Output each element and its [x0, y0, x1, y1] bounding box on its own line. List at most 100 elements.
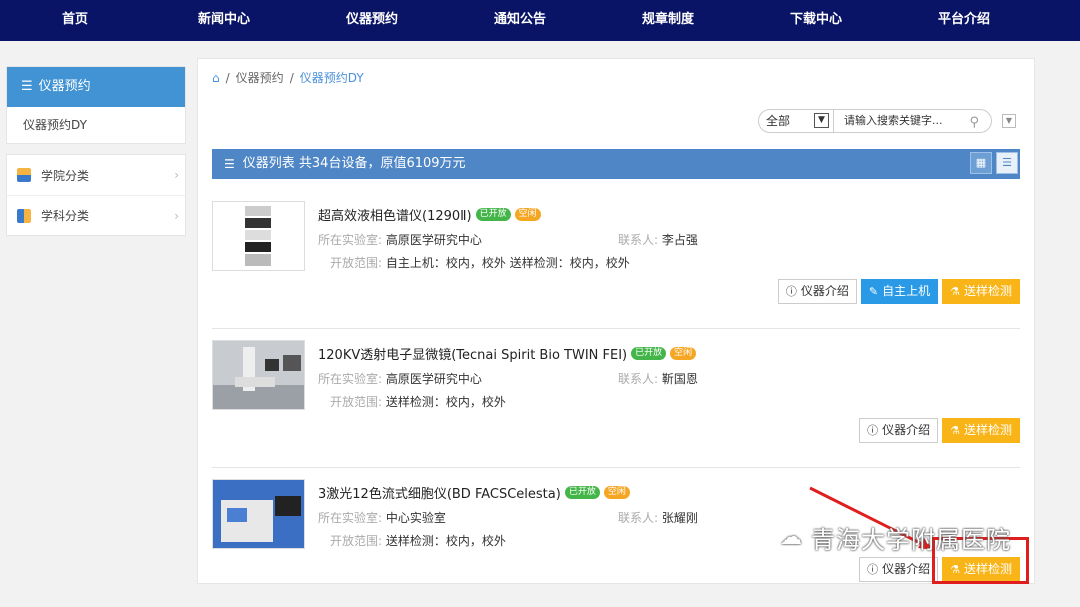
- breadcrumb-item-booking[interactable]: 仪器预约: [236, 69, 284, 86]
- top-navigation: 首页 新闻中心 仪器预约 通知公告 规章制度 下载中心 平台介绍: [0, 0, 1080, 41]
- instrument-thumbnail[interactable]: [212, 201, 305, 271]
- lab-value: 高原医学研究中心: [385, 372, 482, 386]
- search-scope-select[interactable]: 全部 ▼: [758, 109, 834, 133]
- instrument-info-button[interactable]: ⓘ 仪器介绍: [777, 279, 857, 304]
- wechat-watermark: ☁ 青海大学附属医院: [780, 520, 1011, 555]
- button-label: 仪器介绍: [800, 284, 849, 298]
- lab-label: 所在实验室:: [318, 233, 383, 247]
- grid-view-icon[interactable]: ▦: [970, 152, 992, 174]
- chevron-right-icon: ›: [174, 208, 179, 223]
- chevron-down-icon: ▼: [814, 113, 829, 128]
- list-view-icon[interactable]: ☰: [996, 152, 1018, 174]
- sidebar-item-label: 仪器预约: [38, 79, 91, 94]
- lab-value: 高原医学研究中心: [385, 233, 482, 247]
- view-toggle: ▦ ☰: [970, 152, 1018, 174]
- nav-news[interactable]: 新闻中心: [150, 0, 298, 41]
- nav-notices[interactable]: 通知公告: [446, 0, 594, 41]
- status-badge-open: 已开放: [631, 347, 667, 360]
- sidebar-item-label: 学科分类: [41, 209, 90, 223]
- lab-row: 所在实验室: 中心实验室: [318, 509, 446, 526]
- contact-row: 联系人: 张耀刚: [618, 509, 698, 526]
- instrument-list-header: ☰ 仪器列表 共34台设备，原值6109万元 ▦ ☰: [212, 149, 1020, 179]
- book-icon: [17, 208, 31, 223]
- sidebar-booking-box: ☰ 仪器预约 仪器预约DY: [6, 66, 186, 144]
- button-label: 自主上机: [882, 284, 931, 298]
- sidebar-item-label: 学院分类: [41, 168, 90, 183]
- status-badge-idle: 空闲: [514, 208, 541, 221]
- college-icon: [17, 168, 31, 182]
- status-badge-idle: 空闲: [670, 347, 697, 360]
- scope-row: 开放范围: 送样检测：校内，校外: [330, 393, 506, 410]
- wand-icon: ✎: [868, 285, 879, 298]
- nav-downloads[interactable]: 下载中心: [742, 0, 890, 41]
- breadcrumb-sep: /: [289, 70, 294, 85]
- instrument-title: 3激光12色流式细胞仪(BD FACSCelesta) 已开放 空闲: [318, 483, 630, 502]
- hplc-image: [213, 202, 304, 270]
- instrument-thumbnail[interactable]: [212, 479, 305, 549]
- instrument-actions: ⓘ 仪器介绍 ✎ 自主上机 ⚗ 送样检测: [777, 279, 1020, 304]
- scope-label: 开放范围:: [330, 534, 383, 548]
- lab-label: 所在实验室:: [318, 372, 383, 386]
- list-title: 仪器列表 共34台设备，原值6109万元: [242, 156, 466, 171]
- nav-instrument-booking[interactable]: 仪器预约: [298, 0, 446, 41]
- instrument-info-button[interactable]: ⓘ 仪器介绍: [859, 418, 939, 443]
- contact-label: 联系人:: [618, 511, 659, 525]
- home-icon[interactable]: ⌂: [212, 71, 220, 85]
- instrument-info-button[interactable]: ⓘ 仪器介绍: [859, 557, 939, 582]
- instrument-thumbnail[interactable]: [212, 340, 305, 410]
- flask-icon: ⚗: [950, 424, 960, 437]
- breadcrumb: ⌂ / 仪器预约 / 仪器预约DY: [212, 69, 364, 86]
- self-operate-button[interactable]: ✎ 自主上机: [860, 279, 939, 304]
- nav-regulations[interactable]: 规章制度: [594, 0, 742, 41]
- expand-filter-icon[interactable]: ▼: [1002, 114, 1016, 128]
- lab-value: 中心实验室: [385, 511, 446, 525]
- button-label: 送样检测: [963, 423, 1012, 437]
- list-icon: ☰: [224, 157, 235, 171]
- info-icon: ⓘ: [867, 424, 879, 437]
- search-placeholder: 请输入搜索关键字...: [844, 114, 943, 127]
- button-label: 仪器介绍: [882, 562, 931, 576]
- instrument-name[interactable]: 超高效液相色谱仪(1290Ⅱ): [318, 205, 472, 224]
- status-badge-open: 已开放: [564, 486, 600, 499]
- instrument-card: 超高效液相色谱仪(1290Ⅱ) 已开放 空闲 所在实验室: 高原医学研究中心 联…: [212, 201, 1020, 329]
- nav-platform-intro[interactable]: 平台介绍: [890, 0, 1038, 41]
- scope-row: 开放范围: 自主上机：校内，校外 送样检测：校内，校外: [330, 254, 630, 271]
- lab-label: 所在实验室:: [318, 511, 383, 525]
- instrument-name[interactable]: 3激光12色流式细胞仪(BD FACSCelesta): [318, 483, 561, 502]
- sidebar-item-booking[interactable]: ☰ 仪器预约: [7, 67, 185, 107]
- status-badge-idle: 空闲: [603, 486, 630, 499]
- info-icon: ⓘ: [785, 285, 797, 298]
- scope-label: 开放范围:: [330, 395, 383, 409]
- contact-value: 李占强: [661, 233, 698, 247]
- wechat-icon: ☁: [780, 525, 803, 550]
- sidebar-subitem-dy[interactable]: 仪器预约DY: [7, 107, 185, 143]
- flask-icon: ⚗: [950, 285, 960, 298]
- sidebar-item-college[interactable]: 学院分类 ›: [7, 155, 185, 195]
- sample-test-button[interactable]: ⚗ 送样检测: [942, 418, 1020, 443]
- sample-test-button[interactable]: ⚗ 送样检测: [942, 279, 1020, 304]
- button-label: 送样检测: [963, 284, 1012, 298]
- lab-row: 所在实验室: 高原医学研究中心: [318, 231, 482, 248]
- contact-label: 联系人:: [618, 372, 659, 386]
- flow-cytometer-image: [213, 480, 304, 548]
- chevron-right-icon: ›: [174, 168, 179, 182]
- contact-label: 联系人:: [618, 233, 659, 247]
- search-icon[interactable]: ⚲: [969, 112, 979, 134]
- scope-row: 开放范围: 送样检测：校内，校外: [330, 532, 506, 549]
- contact-value: 靳国恩: [661, 372, 698, 386]
- breadcrumb-sep: /: [225, 70, 230, 85]
- scope-value: 送样检测：校内，校外: [385, 534, 506, 548]
- sidebar-item-discipline[interactable]: 学科分类 ›: [7, 195, 185, 235]
- nav-home[interactable]: 首页: [0, 0, 150, 41]
- instrument-card: 120KV透射电子显微镜(Tecnai Spirit Bio TWIN FEI)…: [212, 340, 1020, 468]
- contact-row: 联系人: 靳国恩: [618, 370, 698, 387]
- scope-value: 送样检测：校内，校外: [385, 395, 506, 409]
- main-panel: ⌂ / 仪器预约 / 仪器预约DY 全部 ▼ 请输入搜索关键字... ⚲ ▼ ☰…: [197, 58, 1035, 584]
- search-input[interactable]: 请输入搜索关键字... ⚲: [834, 109, 992, 133]
- sidebar: ☰ 仪器预约 仪器预约DY 学院分类 › 学科分类 ›: [6, 66, 186, 236]
- lab-row: 所在实验室: 高原医学研究中心: [318, 370, 482, 387]
- status-badge-open: 已开放: [475, 208, 511, 221]
- info-icon: ⓘ: [867, 563, 879, 576]
- instrument-title: 超高效液相色谱仪(1290Ⅱ) 已开放 空闲: [318, 205, 541, 224]
- instrument-name[interactable]: 120KV透射电子显微镜(Tecnai Spirit Bio TWIN FEI): [318, 344, 627, 363]
